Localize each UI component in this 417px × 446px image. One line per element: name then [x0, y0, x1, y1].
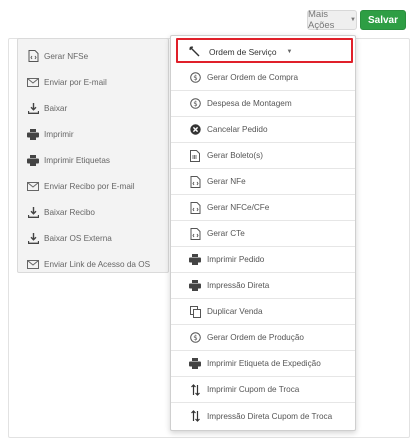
- menu-item-label: Gerar NFCe/CFe: [207, 203, 270, 212]
- code-file-icon: [189, 175, 201, 188]
- wrench-icon: [189, 46, 201, 58]
- menu-item-imprimir-etiquetas[interactable]: Imprimir Etiquetas: [18, 150, 170, 170]
- menu-item-enviar-link-os[interactable]: Enviar Link de Acesso da OS: [18, 254, 170, 274]
- menu-item-gerar-boletos[interactable]: Gerar Boleto(s): [171, 143, 355, 169]
- menu-item-label: Baixar: [44, 103, 68, 113]
- menu-item-label: Gerar NFe: [207, 177, 246, 186]
- menu-item-cancelar-pedido[interactable]: Cancelar Pedido: [171, 117, 355, 143]
- printer-icon: [189, 254, 201, 266]
- menu-item-label: Imprimir Pedido: [207, 255, 265, 264]
- envelope-icon: [27, 180, 39, 192]
- printer-icon: [189, 358, 201, 370]
- menu-item-gerar-nfce-cfe[interactable]: Gerar NFCe/CFe: [171, 195, 355, 221]
- more-actions-label: Mais Ações: [308, 9, 335, 31]
- caret-down-icon: ▼: [286, 49, 293, 55]
- menu-item-label: Enviar Recibo por E-mail: [44, 181, 135, 191]
- printer-icon: [27, 154, 39, 166]
- menu-item-enviar-recibo[interactable]: Enviar Recibo por E-mail: [18, 176, 170, 196]
- menu-item-gerar-ordem-producao[interactable]: $ Gerar Ordem de Produção: [171, 325, 355, 351]
- menu-item-label: Gerar Boleto(s): [207, 151, 263, 160]
- menu-item-label: Impressão Direta Cupom de Troca: [207, 411, 333, 421]
- menu-item-gerar-cte[interactable]: Gerar CTe: [171, 221, 355, 247]
- menu-item-label: Baixar Recibo: [44, 207, 95, 217]
- menu-item-label: Imprimir Etiqueta de Expedição: [207, 359, 321, 368]
- dollar-circle-icon: $: [189, 98, 201, 110]
- svg-text:$: $: [193, 334, 197, 342]
- svg-text:$: $: [193, 100, 197, 108]
- menu-header-ordem-servico[interactable]: Ordem de Serviço ▼: [171, 39, 355, 65]
- menu-item-label: Enviar Link de Acesso da OS: [44, 259, 151, 269]
- swap-arrows-icon: [189, 410, 201, 422]
- menu-item-imprimir[interactable]: Imprimir: [18, 124, 170, 144]
- dollar-circle-icon: $: [189, 72, 201, 84]
- left-submenu: Gerar NFSe Enviar por E-mail Baixar Impr…: [17, 38, 169, 273]
- download-icon: [27, 232, 39, 244]
- menu-item-label: Gerar CTe: [207, 229, 245, 238]
- menu-item-label: Baixar OS Externa: [44, 233, 112, 243]
- menu-item-label: Gerar NFSe: [44, 51, 89, 61]
- printer-icon: [189, 280, 201, 292]
- code-file-icon: [189, 201, 201, 214]
- menu-item-label: Imprimir: [44, 129, 74, 139]
- envelope-icon: [27, 76, 39, 88]
- menu-item-gerar-nfe[interactable]: Gerar NFe: [171, 169, 355, 195]
- menu-item-enviar-email[interactable]: Enviar por E-mail: [18, 72, 170, 92]
- code-file-icon: [189, 227, 201, 240]
- menu-item-impressao-direta[interactable]: Impressão Direta: [171, 273, 355, 299]
- menu-item-imprimir-cupom-troca[interactable]: Imprimir Cupom de Troca: [171, 377, 355, 403]
- menu-item-label: Gerar Ordem de Produção: [207, 333, 304, 342]
- copy-icon: [189, 305, 201, 318]
- dollar-circle-icon: $: [189, 332, 201, 344]
- menu-item-baixar[interactable]: Baixar: [18, 98, 170, 118]
- menu-item-label: Impressão Direta: [207, 281, 270, 290]
- menu-item-impressao-direta-cupom-troca[interactable]: Impressão Direta Cupom de Troca: [171, 403, 355, 429]
- menu-header-label: Ordem de Serviço: [209, 47, 277, 57]
- menu-item-gerar-ordem-compra[interactable]: $ Gerar Ordem de Compra: [171, 65, 355, 91]
- menu-item-label: Enviar por E-mail: [44, 77, 107, 87]
- svg-text:$: $: [193, 74, 197, 82]
- barcode-file-icon: [189, 149, 201, 162]
- menu-item-duplicar-venda[interactable]: Duplicar Venda: [171, 299, 355, 325]
- menu-item-label: Imprimir Cupom de Troca: [207, 385, 300, 394]
- more-actions-button[interactable]: Mais Ações ▼: [307, 9, 357, 31]
- menu-item-label: Cancelar Pedido: [207, 125, 268, 134]
- download-icon: [27, 206, 39, 218]
- save-button[interactable]: Salvar: [360, 10, 406, 30]
- menu-item-label: Imprimir Etiquetas: [44, 155, 110, 165]
- caret-down-icon: ▼: [350, 17, 356, 23]
- menu-item-label: Gerar Ordem de Compra: [207, 73, 299, 82]
- swap-arrows-icon: [189, 383, 201, 396]
- menu-item-baixar-recibo[interactable]: Baixar Recibo: [18, 202, 170, 222]
- code-file-icon: [27, 50, 39, 62]
- printer-icon: [27, 128, 39, 140]
- menu-item-label: Despesa de Montagem: [207, 99, 292, 108]
- menu-item-baixar-os-externa[interactable]: Baixar OS Externa: [18, 228, 170, 248]
- menu-item-imprimir-etiqueta-expedicao[interactable]: Imprimir Etiqueta de Expedição: [171, 351, 355, 377]
- menu-item-imprimir-pedido[interactable]: Imprimir Pedido: [171, 247, 355, 273]
- download-icon: [27, 102, 39, 114]
- menu-item-label: Duplicar Venda: [207, 307, 263, 316]
- menu-item-despesa-montagem[interactable]: $ Despesa de Montagem: [171, 91, 355, 117]
- x-circle-icon: [189, 124, 201, 136]
- actions-dropdown-menu: Ordem de Serviço ▼ $ Gerar Ordem de Comp…: [170, 35, 356, 431]
- envelope-icon: [27, 258, 39, 270]
- menu-item-gerar-nfse[interactable]: Gerar NFSe: [18, 46, 170, 66]
